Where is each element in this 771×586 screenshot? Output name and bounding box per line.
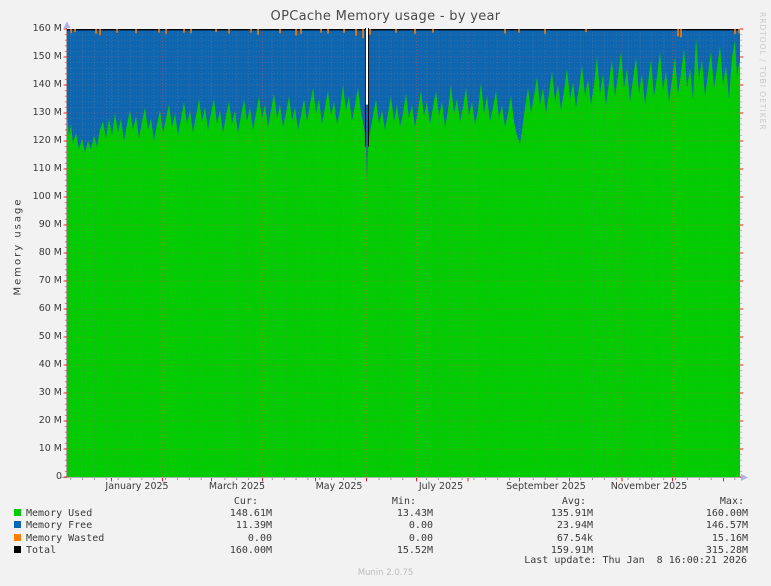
legend-value: 0.00 xyxy=(408,532,433,544)
y-tick-label: 120 M xyxy=(32,135,62,146)
legend-value: 135.91M xyxy=(550,508,593,519)
legend-value: 23.94M xyxy=(556,520,593,532)
y-tick-label: 70 M xyxy=(38,275,62,286)
y-tick-label: 40 M xyxy=(38,359,62,370)
munin-graph-page: OPCache Memory usage - by year Memory us… xyxy=(0,0,771,586)
legend-column-header: Avg: xyxy=(561,496,586,507)
y-tick-label: 20 M xyxy=(38,415,62,426)
legend-value: 15.16M xyxy=(711,532,748,544)
x-tick-label: November 2025 xyxy=(610,481,688,492)
legend-value: 0.00 xyxy=(408,520,433,532)
legend-label: Memory Used xyxy=(26,508,93,519)
legend-label: Total xyxy=(26,544,57,556)
y-tick-label: 10 M xyxy=(38,443,62,454)
y-tick-label: 30 M xyxy=(38,387,62,398)
legend-value: 160.00M xyxy=(229,544,272,556)
legend-label: Memory Free xyxy=(26,520,93,532)
y-tick-label: 100 M xyxy=(32,191,62,202)
legend-column-header: Min: xyxy=(391,496,416,507)
legend-value: 160.00M xyxy=(705,508,748,519)
y-tick-label: 90 M xyxy=(38,219,62,230)
legend-value: 11.39M xyxy=(235,520,272,532)
legend-swatch-memory-free xyxy=(14,521,21,529)
opcache-chart-svg xyxy=(61,21,748,482)
y-tick-label: 110 M xyxy=(32,163,62,174)
munin-version-text: Munin 2.0.75 xyxy=(357,568,414,578)
legend-swatch-total xyxy=(14,545,21,553)
legend-value: 67.54k xyxy=(556,532,593,544)
y-tick-label: 150 M xyxy=(32,51,62,62)
last-update-text: Last update: Thu Jan 8 16:00:21 2026 xyxy=(524,555,747,566)
legend-value: 146.57M xyxy=(705,520,748,532)
legend-label: Memory Wasted xyxy=(26,532,105,544)
y-tick-label: 60 M xyxy=(38,303,62,314)
legend-column-header: Max: xyxy=(719,496,744,507)
y-tick-label: 160 M xyxy=(32,23,62,34)
y-tick-label: 80 M xyxy=(38,247,62,258)
legend-swatch-memory-used xyxy=(14,509,21,516)
legend-value: 15.52M xyxy=(396,544,433,556)
legend-column-header: Cur: xyxy=(233,496,258,507)
y-tick-label: 50 M xyxy=(38,331,62,342)
y-tick-label: 130 M xyxy=(32,107,62,118)
legend-value: 148.61M xyxy=(229,508,272,519)
legend-value: 13.43M xyxy=(396,508,433,519)
y-tick-label: 0 xyxy=(55,471,62,482)
y-tick-label: 140 M xyxy=(32,79,62,90)
legend-value: 0.00 xyxy=(247,532,272,544)
legend-swatch-memory-wasted xyxy=(14,533,21,541)
rrdtool-watermark: RRDTOOL / TOBI OETIKER xyxy=(758,12,767,131)
